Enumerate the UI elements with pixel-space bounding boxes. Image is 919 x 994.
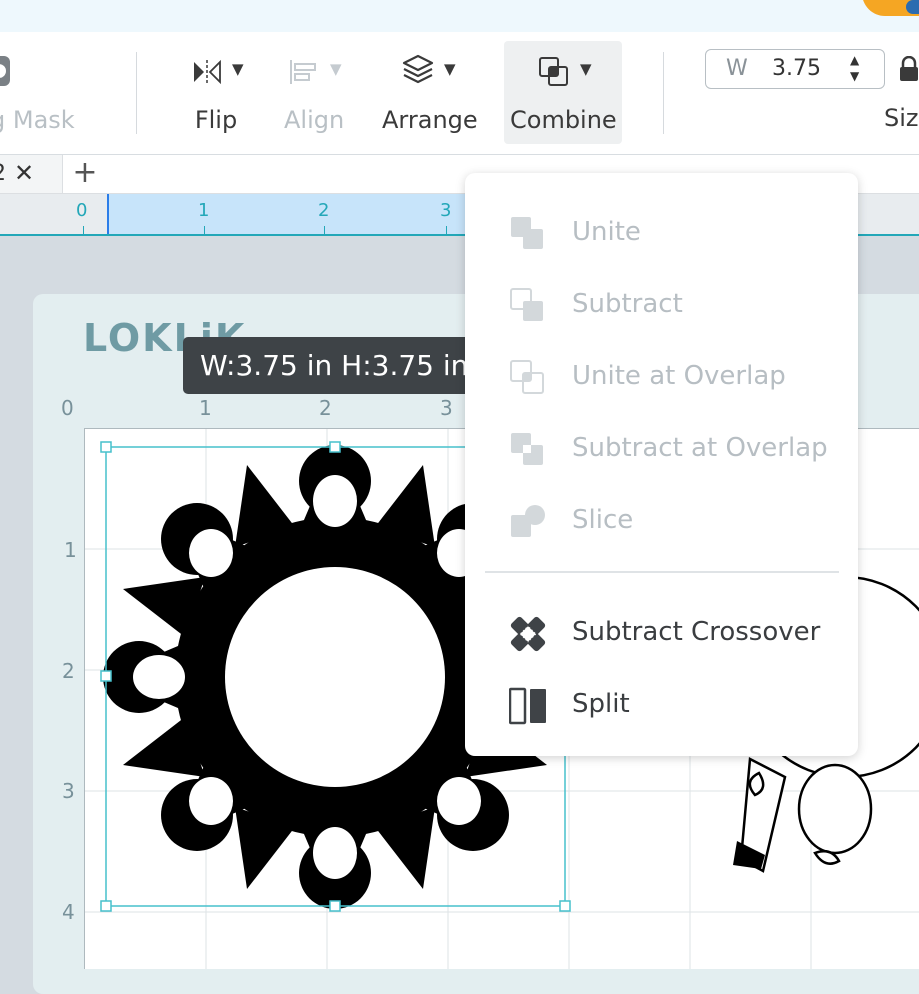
menu-item-label: Unite at Overlap — [572, 361, 786, 391]
align-tool[interactable]: ▼ Align — [284, 42, 344, 134]
toolbar-divider — [136, 52, 137, 134]
ruler-number: 3 — [440, 200, 452, 221]
menu-item-unite-at-overlap[interactable]: Unite at Overlap — [465, 349, 858, 405]
unite-icon — [511, 217, 543, 249]
arrange-caret-icon: ▼ — [444, 60, 456, 78]
layers-icon — [402, 54, 434, 84]
width-input[interactable]: W 3.75 ▲ ▼ — [705, 49, 885, 89]
combine-caret-icon: ▼ — [580, 60, 592, 78]
subtract-crossover-icon — [510, 616, 546, 652]
menu-divider — [485, 571, 839, 573]
width-value: 3.75 — [772, 56, 821, 81]
subtract-icon — [510, 288, 543, 321]
flip-label: Flip — [194, 106, 238, 134]
menu-item-label: Subtract — [572, 289, 683, 319]
ruler-tick — [83, 226, 84, 234]
dimension-tooltip-text: W:3.75 in H:3.75 in — [200, 349, 469, 382]
unite-at-overlap-icon — [510, 360, 544, 394]
menu-item-label: Split — [572, 689, 630, 719]
align-label: Align — [284, 106, 345, 134]
split-icon — [509, 687, 546, 725]
mat-ruler-number: 3 — [62, 779, 75, 803]
add-tab-button[interactable]: + — [72, 157, 98, 189]
dimension-tooltip: W:3.75 in H:3.75 in — [183, 337, 483, 394]
mat-ruler-number: 2 — [62, 659, 75, 683]
mat-ruler-number: 3 — [440, 396, 453, 420]
ruler-tick — [204, 226, 205, 234]
document-tab[interactable]: 2 ✕ — [0, 155, 63, 193]
ruler-tick — [446, 226, 447, 234]
menu-item-unite[interactable]: Unite — [465, 205, 858, 261]
stepper-up-icon[interactable]: ▲ — [850, 53, 859, 67]
mat-ruler-number: 1 — [199, 396, 212, 420]
menu-item-subtract-crossover[interactable]: Subtract Crossover — [465, 605, 858, 661]
tab-label: 2 — [0, 161, 6, 186]
menu-item-label: Unite — [572, 217, 641, 247]
mat-ruler-number: 2 — [319, 396, 332, 420]
mat-ruler-number: 0 — [61, 396, 74, 420]
combine-label: Combine — [510, 106, 617, 134]
flip-caret-icon: ▼ — [232, 60, 244, 78]
mask-tool[interactable]: g Mask — [0, 42, 86, 134]
ruler-number: 1 — [198, 200, 210, 221]
combine-tool[interactable]: ▼ Combine — [510, 42, 617, 134]
combine-menu: Unite Subtract Unite at Overlap Subtract… — [465, 173, 858, 756]
flip-tool[interactable]: ▼ Flip — [188, 42, 244, 134]
align-icon — [290, 60, 316, 84]
align-caret-icon: ▼ — [330, 60, 342, 78]
menu-item-label: Subtract Crossover — [572, 617, 821, 647]
mat-ruler-number: 4 — [62, 900, 75, 924]
menu-item-slice[interactable]: Slice — [465, 493, 858, 549]
subtract-at-overlap-icon — [511, 433, 543, 465]
width-prefix: W — [726, 56, 748, 81]
menu-item-label: Slice — [572, 505, 634, 535]
combine-icon — [539, 57, 568, 86]
toolbar-divider — [663, 52, 664, 134]
close-icon[interactable]: ✕ — [14, 159, 34, 187]
mat-ruler-number: 1 — [64, 538, 77, 562]
slice-icon — [511, 505, 545, 537]
stepper-down-icon[interactable]: ▼ — [850, 69, 859, 83]
size-label: Size — [884, 104, 919, 132]
mask-icon — [0, 56, 10, 86]
menu-item-subtract-at-overlap[interactable]: Subtract at Overlap — [465, 421, 858, 477]
arrange-label: Arrange — [382, 106, 478, 134]
flip-icon — [194, 59, 221, 85]
lock-icon[interactable] — [898, 56, 919, 82]
top-banner — [0, 0, 919, 32]
menu-item-subtract[interactable]: Subtract — [465, 277, 858, 333]
ruler-number: 0 — [76, 200, 88, 221]
ruler-number: 2 — [318, 200, 330, 221]
menu-item-label: Subtract at Overlap — [572, 433, 828, 463]
menu-item-split[interactable]: Split — [465, 677, 858, 733]
upgrade-badge — [906, 0, 919, 14]
ruler-tick — [324, 226, 325, 234]
mask-label: g Mask — [0, 106, 75, 134]
arrange-tool[interactable]: ▼ Arrange — [382, 42, 478, 134]
